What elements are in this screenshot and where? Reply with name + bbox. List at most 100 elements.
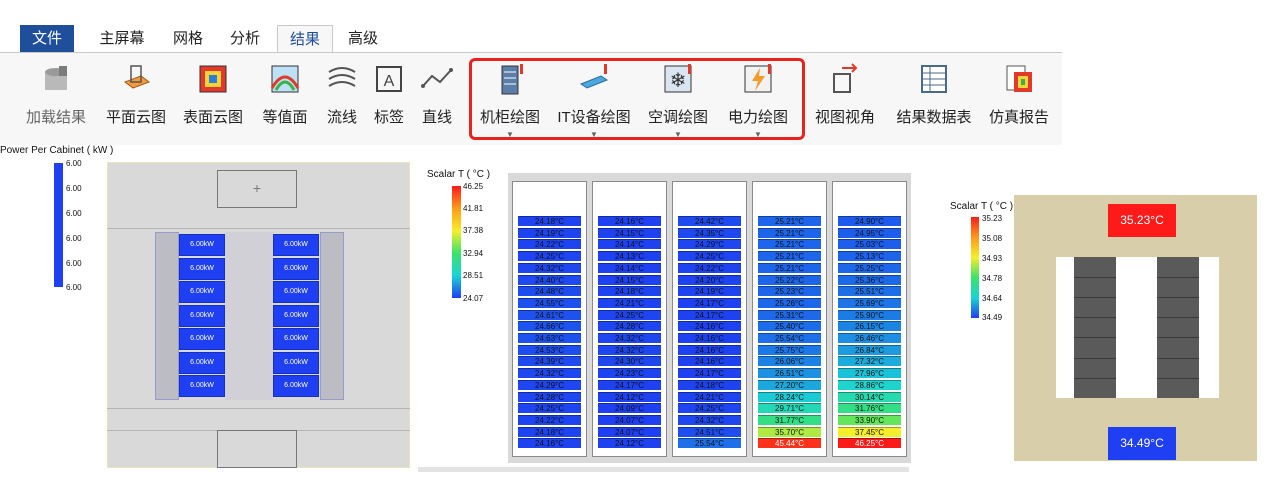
- device-temperature-cell[interactable]: 29.71°C: [758, 403, 821, 414]
- device-temperature-cell[interactable]: 35.70°C: [758, 426, 821, 437]
- device-temperature-cell[interactable]: 24.39°C: [518, 356, 581, 367]
- device-temperature-cell[interactable]: 27.96°C: [838, 368, 901, 379]
- menu-tab-analysis[interactable]: 分析: [222, 25, 268, 53]
- device-temperature-cell[interactable]: 27.32°C: [838, 356, 901, 367]
- device-temperature-cell[interactable]: 24.18°C: [518, 426, 581, 437]
- device-temperature-cell[interactable]: 24.17°C: [678, 368, 741, 379]
- device-temperature-cell[interactable]: 24.19°C: [678, 286, 741, 297]
- device-temperature-cell[interactable]: 25.51°C: [838, 286, 901, 297]
- device-temperature-cell[interactable]: 26.15°C: [838, 321, 901, 332]
- streamline-button[interactable]: 流线: [320, 60, 364, 140]
- device-temperature-cell[interactable]: 24.23°C: [598, 368, 661, 379]
- device-temperature-cell[interactable]: 24.22°C: [518, 414, 581, 425]
- device-temperature-cell[interactable]: 24.22°C: [518, 239, 581, 250]
- device-temperature-cell[interactable]: 24.16°C: [678, 356, 741, 367]
- device-temperature-cell[interactable]: 25.13°C: [838, 251, 901, 262]
- cabinet[interactable]: 6.00kW: [273, 304, 319, 327]
- device-temperature-cell[interactable]: 24.25°C: [678, 403, 741, 414]
- device-temperature-cell[interactable]: 24.32°C: [518, 368, 581, 379]
- device-temperature-cell[interactable]: 25.36°C: [838, 274, 901, 285]
- cabinet[interactable]: 6.00kW: [179, 304, 225, 327]
- menu-tab-mesh[interactable]: 网格: [166, 25, 210, 53]
- load-results-button[interactable]: 加载结果: [22, 60, 90, 140]
- device-temperature-cell[interactable]: 24.21°C: [598, 297, 661, 308]
- device-temperature-cell[interactable]: 24.35°C: [678, 227, 741, 238]
- device-temperature-cell[interactable]: 24.20°C: [678, 274, 741, 285]
- device-temperature-cell[interactable]: 37.45°C: [838, 426, 901, 437]
- device-temperature-cell[interactable]: 24.32°C: [518, 262, 581, 273]
- cabinet[interactable]: 6.00kW: [179, 234, 225, 256]
- cabinet[interactable]: 6.00kW: [179, 351, 225, 374]
- device-temperature-cell[interactable]: 25.23°C: [758, 286, 821, 297]
- device-temperature-cell[interactable]: 25.69°C: [838, 297, 901, 308]
- device-temperature-cell[interactable]: 46.25°C: [838, 438, 901, 449]
- device-temperature-cell[interactable]: 24.14°C: [598, 262, 661, 273]
- device-temperature-cell[interactable]: 24.90°C: [838, 216, 901, 226]
- device-temperature-cell[interactable]: 25.21°C: [758, 239, 821, 250]
- device-temperature-cell[interactable]: 24.66°C: [518, 321, 581, 332]
- device-temperature-cell[interactable]: 24.17°C: [678, 309, 741, 320]
- device-temperature-cell[interactable]: 24.16°C: [678, 344, 741, 355]
- device-temperature-cell[interactable]: 25.25°C: [838, 262, 901, 273]
- device-temperature-cell[interactable]: 24.25°C: [678, 251, 741, 262]
- device-temperature-cell[interactable]: 25.75°C: [758, 344, 821, 355]
- device-temperature-cell[interactable]: 24.40°C: [518, 274, 581, 285]
- cabinet[interactable]: 6.00kW: [179, 328, 225, 350]
- device-temperature-cell[interactable]: 24.13°C: [598, 251, 661, 262]
- device-temperature-cell[interactable]: 26.46°C: [838, 333, 901, 343]
- device-temperature-cell[interactable]: 24.19°C: [518, 227, 581, 238]
- cabinet[interactable]: 6.00kW: [179, 375, 225, 397]
- it-device-plot-button[interactable]: IT设备绘图 ▼: [553, 60, 635, 140]
- device-temperature-cell[interactable]: 25.26°C: [758, 297, 821, 308]
- device-temperature-cell[interactable]: 25.03°C: [838, 239, 901, 250]
- view-angle-button[interactable]: 视图视角: [809, 60, 881, 140]
- device-temperature-cell[interactable]: 24.53°C: [518, 344, 581, 355]
- device-temperature-cell[interactable]: 26.51°C: [758, 368, 821, 379]
- device-temperature-cell[interactable]: 24.14°C: [598, 239, 661, 250]
- device-temperature-cell[interactable]: 24.63°C: [518, 333, 581, 343]
- device-temperature-cell[interactable]: 24.07°C: [598, 414, 661, 425]
- device-temperature-cell[interactable]: 24.21°C: [678, 391, 741, 402]
- device-temperature-cell[interactable]: 24.29°C: [678, 239, 741, 250]
- cabinet-plot-button[interactable]: 机柜绘图 ▼: [474, 60, 546, 140]
- device-temperature-cell[interactable]: 27.20°C: [758, 379, 821, 390]
- plane-contour-button[interactable]: 平面云图: [102, 60, 170, 140]
- cabinet[interactable]: 6.00kW: [273, 281, 319, 303]
- device-temperature-cell[interactable]: 25.21°C: [758, 251, 821, 262]
- device-temperature-cell[interactable]: 24.32°C: [678, 414, 741, 425]
- device-temperature-cell[interactable]: 24.30°C: [598, 356, 661, 367]
- label-button[interactable]: A 标签: [367, 60, 411, 140]
- cabinet[interactable]: 6.00kW: [273, 351, 319, 374]
- device-temperature-cell[interactable]: 28.86°C: [838, 379, 901, 390]
- device-temperature-cell[interactable]: 25.54°C: [678, 438, 741, 449]
- surface-contour-button[interactable]: 表面云图: [179, 60, 247, 140]
- device-temperature-cell[interactable]: 25.21°C: [758, 227, 821, 238]
- power-plot-button[interactable]: 电力绘图 ▼: [722, 60, 794, 140]
- device-temperature-cell[interactable]: 24.07°C: [598, 426, 661, 437]
- device-temperature-cell[interactable]: 25.21°C: [758, 216, 821, 226]
- device-temperature-cell[interactable]: 24.16°C: [678, 333, 741, 343]
- device-temperature-cell[interactable]: 24.15°C: [598, 227, 661, 238]
- device-temperature-cell[interactable]: 25.40°C: [758, 321, 821, 332]
- device-temperature-cell[interactable]: 24.15°C: [598, 274, 661, 285]
- device-temperature-cell[interactable]: 24.42°C: [678, 216, 741, 226]
- device-temperature-cell[interactable]: 24.12°C: [598, 391, 661, 402]
- view-scrollbar[interactable]: [418, 467, 909, 472]
- device-temperature-cell[interactable]: 31.77°C: [758, 414, 821, 425]
- device-temperature-cell[interactable]: 24.55°C: [518, 297, 581, 308]
- device-temperature-cell[interactable]: 28.24°C: [758, 391, 821, 402]
- menu-tab-results[interactable]: 结果: [277, 25, 333, 53]
- dropdown-arrow-icon[interactable]: ▼: [674, 130, 682, 139]
- device-temperature-cell[interactable]: 24.16°C: [678, 321, 741, 332]
- device-temperature-cell[interactable]: 24.48°C: [518, 286, 581, 297]
- device-temperature-cell[interactable]: 25.54°C: [758, 333, 821, 343]
- cabinet[interactable]: 6.00kW: [179, 281, 225, 303]
- device-temperature-cell[interactable]: 24.32°C: [598, 344, 661, 355]
- device-temperature-cell[interactable]: 24.25°C: [518, 251, 581, 262]
- device-temperature-cell[interactable]: 24.25°C: [598, 309, 661, 320]
- device-temperature-cell[interactable]: 24.18°C: [598, 286, 661, 297]
- device-temperature-cell[interactable]: 24.18°C: [678, 379, 741, 390]
- cabinet[interactable]: 6.00kW: [273, 375, 319, 397]
- device-temperature-cell[interactable]: 25.31°C: [758, 309, 821, 320]
- simulation-report-button[interactable]: 仿真报告: [983, 60, 1055, 140]
